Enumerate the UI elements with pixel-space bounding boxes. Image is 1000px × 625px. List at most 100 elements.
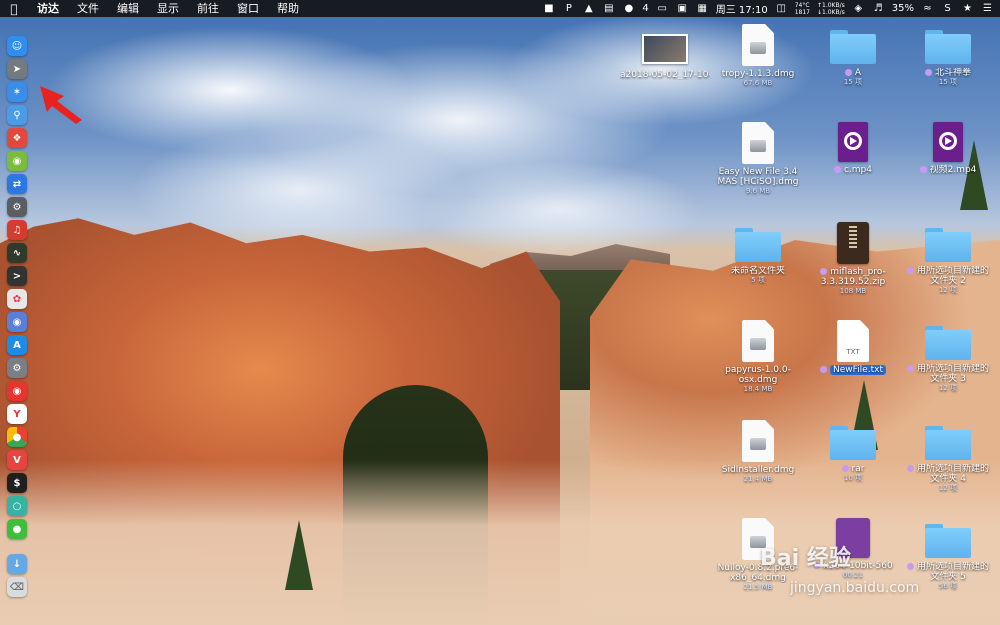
file-label: c.mp4 — [808, 165, 898, 175]
pine-tree — [285, 520, 313, 590]
zip-archive-icon — [837, 222, 869, 264]
dock-siri-icon[interactable]: ◉ — [7, 312, 27, 332]
text-file-icon: TXT — [837, 320, 869, 362]
desktop-folder-untitled[interactable]: 未命名文件夹 5 项 — [713, 228, 803, 284]
file-label: Easy New File 3.4 MAS [HCiSO].dmg — [717, 167, 799, 187]
laptop-icon[interactable]: ◫ — [775, 3, 788, 14]
cleaner-icon[interactable]: ▲ — [582, 3, 595, 14]
menu-file[interactable]: 文件 — [68, 0, 108, 17]
dock-xmind-icon[interactable]: ❖ — [7, 128, 27, 148]
sync-icon[interactable]: S — [941, 3, 954, 14]
dock-weibo-icon[interactable]: ◉ — [7, 381, 27, 401]
desktop-folder-new4[interactable]: 用所选项目新建的文件夹 4 12 项 — [903, 426, 993, 492]
desktop-file-newfile-txt[interactable]: TXT NewFile.txt — [808, 320, 898, 375]
desktop-file-tropy[interactable]: tropy-1.1.3.dmg 67.6 MB — [713, 24, 803, 87]
desktop-file-easynewfile[interactable]: Easy New File 3.4 MAS [HCiSO].dmg 9.6 MB — [713, 122, 803, 195]
file-label: tropy-1.1.3.dmg — [721, 69, 795, 79]
file-label: a2018-05-02_17-10-55.jpg — [620, 70, 710, 80]
dock-app-store-icon[interactable]: A — [7, 335, 27, 355]
desktop-folder-rar[interactable]: rar 10 项 — [808, 426, 898, 482]
desktop-file-jpg[interactable]: a2018-05-02_17-10-55.jpg — [620, 26, 710, 80]
menu-edit[interactable]: 编辑 — [108, 0, 148, 17]
dock-vivaldi-icon[interactable]: V — [7, 450, 27, 470]
menu-view[interactable]: 显示 — [148, 0, 188, 17]
folder-icon — [925, 228, 971, 262]
volume-icon[interactable]: ♬ — [872, 3, 885, 14]
net-upload: ↑1.0KB/s — [816, 1, 845, 9]
dock-safari-icon[interactable]: ✶ — [7, 82, 27, 102]
dock-system-prefs-icon[interactable]: ⚙ — [7, 358, 27, 378]
menu-window[interactable]: 窗口 — [228, 0, 268, 17]
dock-preview-icon[interactable]: ⚲ — [7, 105, 27, 125]
battery-percent: 35% — [891, 3, 914, 14]
folder-tray-icon[interactable]: ▤ — [602, 3, 615, 14]
wechat-tray-icon[interactable]: ● — [622, 3, 635, 14]
item-count: 12 项 — [938, 384, 958, 392]
dock-finder-icon[interactable]: ☺ — [7, 36, 27, 56]
desktop-folder-a[interactable]: A 15 项 — [808, 30, 898, 86]
screenshot-icon[interactable]: ▣ — [676, 3, 689, 14]
file-size: 9.6 MB — [745, 187, 771, 195]
menu-go[interactable]: 前往 — [188, 0, 228, 17]
dock-terminal-icon[interactable]: > — [7, 266, 27, 286]
dock-chrome-icon[interactable]: ● — [7, 427, 27, 447]
desktop-folder-new3[interactable]: 用所选项目新建的文件夹 3 12 项 — [903, 326, 993, 392]
menu-clock[interactable]: 周三 17:10 — [716, 1, 768, 16]
tray-badge-count: 4 — [642, 3, 649, 14]
folder-icon — [925, 524, 971, 558]
dock-downloads-icon[interactable]: ↓ — [7, 554, 27, 574]
dock-netease-music-icon[interactable]: ♫ — [7, 220, 27, 240]
dock-gear-icon[interactable]: ⚙ — [7, 197, 27, 217]
file-size: 18.4 MB — [743, 385, 773, 393]
image-thumbnail-icon — [642, 34, 688, 64]
item-count: 12 项 — [938, 286, 958, 294]
dock-airdroid-icon[interactable]: ○ — [7, 496, 27, 516]
baidu-watermark-logo: Bai 经验 — [760, 546, 851, 571]
dmg-icon — [742, 320, 774, 362]
dock-activity-monitor-icon[interactable]: ∿ — [7, 243, 27, 263]
dock-android-icon[interactable]: ◉ — [7, 151, 27, 171]
file-label: NewFile.txt — [808, 365, 898, 375]
desktop-file-miflash[interactable]: miflash_pro-3.3.319.52.zip 108 MB — [808, 222, 898, 295]
calendar-icon[interactable]: ▦ — [696, 3, 709, 14]
paw-icon[interactable]: P — [562, 3, 575, 14]
star-icon[interactable]: ★ — [961, 3, 974, 14]
menu-help[interactable]: 帮助 — [268, 0, 308, 17]
file-label: 未命名文件夹 — [730, 266, 785, 276]
item-count: 15 项 — [843, 78, 863, 86]
vpn-icon[interactable]: ■ — [542, 3, 555, 14]
apple-menu-icon[interactable]:  — [0, 2, 28, 16]
file-label: 用所选项目新建的文件夹 4 — [903, 464, 993, 484]
wifi-icon[interactable]: ≈ — [921, 3, 934, 14]
item-count: 5 项 — [751, 276, 765, 284]
file-label: 视频2.mp4 — [903, 165, 993, 175]
file-label: 用所选项目新建的文件夹 2 — [903, 266, 993, 286]
dock-trash-icon[interactable]: ⌫ — [7, 577, 27, 597]
istat-network[interactable]: ↑1.0KB/s ↓1.0KB/s — [817, 2, 845, 16]
dock-photos-icon[interactable]: ✿ — [7, 289, 27, 309]
dock: ☺ ➤ ✶ ⚲ ❖ ◉ ⇄ ⚙ ♫ ∿ > ✿ ◉ A ⚙ ◉ Y ● V $ … — [2, 36, 30, 600]
dock-teamviewer-icon[interactable]: ⇄ — [7, 174, 27, 194]
dock-yandex-icon[interactable]: Y — [7, 404, 27, 424]
menu-bar-tray: ■ P ▲ ▤ ● 4 ▭ ▣ ▦ 周三 17:10 ◫ 74°C 1817 ↑… — [542, 0, 994, 17]
menu-app-finder[interactable]: 访达 — [28, 0, 68, 17]
desktop-file-sidinstaller[interactable]: SidInstaller.dmg 21.4 MB — [713, 420, 803, 483]
dock-iterm-icon[interactable]: $ — [7, 473, 27, 493]
cat-icon[interactable]: ◈ — [852, 3, 865, 14]
dock-wechat-icon[interactable]: ● — [7, 519, 27, 539]
desktop-file-c-mp4[interactable]: c.mp4 — [808, 122, 898, 175]
list-icon[interactable]: ☰ — [981, 3, 994, 14]
red-arrow-annotation — [40, 86, 82, 124]
desktop-folder-new2[interactable]: 用所选项目新建的文件夹 2 12 项 — [903, 228, 993, 294]
desktop-folder-beidou[interactable]: 北斗神拳 15 项 — [903, 30, 993, 86]
dock-launchpad-icon[interactable]: ➤ — [7, 59, 27, 79]
desktop-file-papyrus[interactable]: papyrus-1.0.0-osx.dmg 18.4 MB — [713, 320, 803, 393]
item-count: 12 项 — [938, 484, 958, 492]
display-icon[interactable]: ▭ — [656, 3, 669, 14]
folder-icon — [925, 326, 971, 360]
file-size: 108 MB — [839, 287, 867, 295]
net-download: ↓1.0KB/s — [816, 8, 845, 16]
istat-cpu[interactable]: 74°C 1817 — [795, 2, 810, 16]
baidu-watermark-url: jingyan.baidu.com — [790, 580, 920, 596]
desktop-file-video2[interactable]: 视频2.mp4 — [903, 122, 993, 175]
